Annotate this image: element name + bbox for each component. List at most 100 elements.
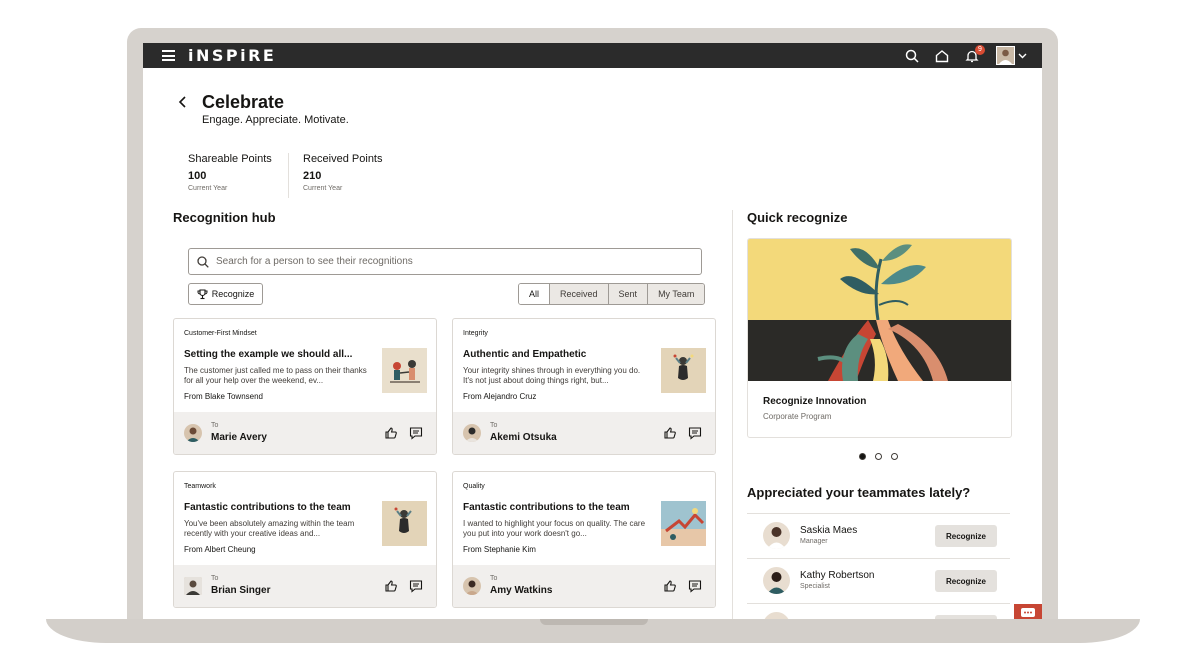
card-title: Fantastic contributions to the team bbox=[184, 502, 351, 513]
tab-received[interactable]: Received bbox=[549, 284, 608, 304]
comment-icon[interactable] bbox=[409, 579, 423, 593]
card-recipient[interactable]: Amy Watkins bbox=[490, 585, 552, 596]
comment-icon[interactable] bbox=[688, 579, 702, 593]
card-category: Quality bbox=[463, 483, 485, 490]
recognize-teammate-button[interactable]: Recognize bbox=[935, 570, 997, 592]
card-from: From Stephanie Kim bbox=[463, 545, 536, 554]
teammate-role: Specialist bbox=[800, 583, 830, 590]
card-recipient[interactable]: Marie Avery bbox=[211, 432, 267, 443]
carousel-dot[interactable] bbox=[891, 453, 898, 460]
search-icon[interactable] bbox=[904, 48, 920, 64]
laptop-notch bbox=[540, 619, 648, 625]
teammates-title: Appreciated your teammates lately? bbox=[747, 485, 971, 500]
like-icon[interactable] bbox=[663, 579, 677, 593]
program-subtitle: Corporate Program bbox=[763, 412, 832, 421]
tab-sent[interactable]: Sent bbox=[607, 284, 648, 304]
carousel-dot[interactable] bbox=[875, 453, 882, 460]
card-to-label: To bbox=[490, 422, 498, 429]
avatar bbox=[763, 522, 790, 549]
card-illustration bbox=[661, 501, 706, 546]
points-label: Shareable Points bbox=[188, 153, 272, 165]
avatar bbox=[184, 577, 202, 595]
bell-icon[interactable]: 9 bbox=[964, 44, 985, 64]
teammate-row bbox=[747, 603, 1010, 619]
chat-button[interactable] bbox=[1014, 604, 1042, 619]
carousel-dots bbox=[859, 453, 898, 460]
avatar bbox=[463, 577, 481, 595]
program-illustration bbox=[748, 239, 1011, 381]
card-title: Setting the example we should all... bbox=[184, 349, 353, 360]
card-title: Fantastic contributions to the team bbox=[463, 502, 630, 513]
menu-icon[interactable] bbox=[162, 50, 175, 61]
points-period: Current Year bbox=[303, 185, 343, 192]
card-illustration bbox=[382, 348, 427, 393]
teammate-row: Saskia Maes Manager Recognize bbox=[747, 513, 1010, 558]
card-to-label: To bbox=[490, 575, 498, 582]
card-illustration bbox=[382, 501, 427, 546]
chat-icon bbox=[1021, 608, 1035, 617]
card-category: Integrity bbox=[463, 330, 488, 337]
recognition-card[interactable]: Customer-First Mindset Setting the examp… bbox=[173, 318, 437, 455]
points-value: 210 bbox=[303, 170, 322, 182]
card-footer: To Marie Avery bbox=[174, 412, 436, 454]
tab-my-team[interactable]: My Team bbox=[647, 284, 705, 304]
recognition-card[interactable]: Teamwork Fantastic contributions to the … bbox=[173, 471, 437, 608]
teammate-name: Saskia Maes bbox=[800, 525, 858, 536]
header-pattern bbox=[143, 68, 1042, 73]
card-to-label: To bbox=[211, 575, 219, 582]
top-bar: iNSPiRE 9 bbox=[143, 43, 1042, 68]
card-footer: To Akemi Otsuka bbox=[453, 412, 715, 454]
comment-icon[interactable] bbox=[409, 426, 423, 440]
teammate-name: Kathy Robertson bbox=[800, 570, 875, 581]
search-placeholder: Search for a person to see their recogni… bbox=[216, 256, 413, 267]
filter-tabs: All Received Sent My Team bbox=[518, 283, 706, 305]
card-from: From Albert Cheung bbox=[184, 545, 256, 554]
top-actions: 9 bbox=[904, 43, 1028, 68]
user-menu[interactable] bbox=[994, 46, 1028, 65]
recognize-button[interactable]: Recognize bbox=[188, 283, 263, 305]
home-icon[interactable] bbox=[934, 48, 950, 64]
avatar bbox=[763, 567, 790, 594]
card-title: Authentic and Empathetic bbox=[463, 349, 587, 360]
trophy-icon bbox=[197, 288, 208, 299]
back-icon[interactable] bbox=[176, 95, 190, 109]
recognize-teammate-button[interactable]: Recognize bbox=[935, 525, 997, 547]
avatar bbox=[763, 612, 790, 619]
like-icon[interactable] bbox=[663, 426, 677, 440]
card-body: I wanted to highlight your focus on qual… bbox=[463, 519, 646, 538]
program-title: Recognize Innovation bbox=[763, 396, 867, 407]
page-title: Celebrate bbox=[202, 92, 285, 112]
recognize-teammate-button[interactable] bbox=[935, 615, 997, 619]
teammate-row: Kathy Robertson Specialist Recognize bbox=[747, 558, 1010, 603]
card-footer: To Amy Watkins bbox=[453, 565, 715, 607]
recognition-card[interactable]: Quality Fantastic contributions to the t… bbox=[452, 471, 716, 608]
card-body: You've been absolutely amazing within th… bbox=[184, 519, 355, 538]
recognition-card[interactable]: Integrity Authentic and Empathetic Your … bbox=[452, 318, 716, 455]
points-period: Current Year bbox=[188, 185, 228, 192]
like-icon[interactable] bbox=[384, 426, 398, 440]
card-category: Teamwork bbox=[184, 483, 216, 490]
avatar bbox=[184, 424, 202, 442]
card-body: Your integrity shines through in everyth… bbox=[463, 366, 641, 385]
card-illustration bbox=[661, 348, 706, 393]
tab-all[interactable]: All bbox=[519, 284, 550, 304]
search-input[interactable]: Search for a person to see their recogni… bbox=[188, 248, 702, 275]
carousel-dot[interactable] bbox=[859, 453, 866, 460]
card-category: Customer-First Mindset bbox=[184, 330, 257, 337]
avatar bbox=[463, 424, 481, 442]
card-recipient[interactable]: Akemi Otsuka bbox=[490, 432, 557, 443]
like-icon[interactable] bbox=[384, 579, 398, 593]
quick-recognize-title: Quick recognize bbox=[747, 210, 848, 225]
points-value: 100 bbox=[188, 170, 207, 182]
brand-logo: iNSPiRE bbox=[188, 46, 277, 65]
shareable-points: Shareable Points 100 Current Year bbox=[188, 153, 272, 198]
card-body: The customer just called me to pass on t… bbox=[184, 366, 367, 385]
comment-icon[interactable] bbox=[688, 426, 702, 440]
points-label: Received Points bbox=[303, 153, 383, 165]
card-footer: To Brian Singer bbox=[174, 565, 436, 607]
card-recipient[interactable]: Brian Singer bbox=[211, 585, 270, 596]
received-points: Received Points 210 Current Year bbox=[303, 153, 383, 198]
column-divider bbox=[732, 210, 733, 619]
recognize-label: Recognize bbox=[211, 289, 255, 299]
program-card[interactable]: Recognize Innovation Corporate Program bbox=[747, 238, 1012, 438]
